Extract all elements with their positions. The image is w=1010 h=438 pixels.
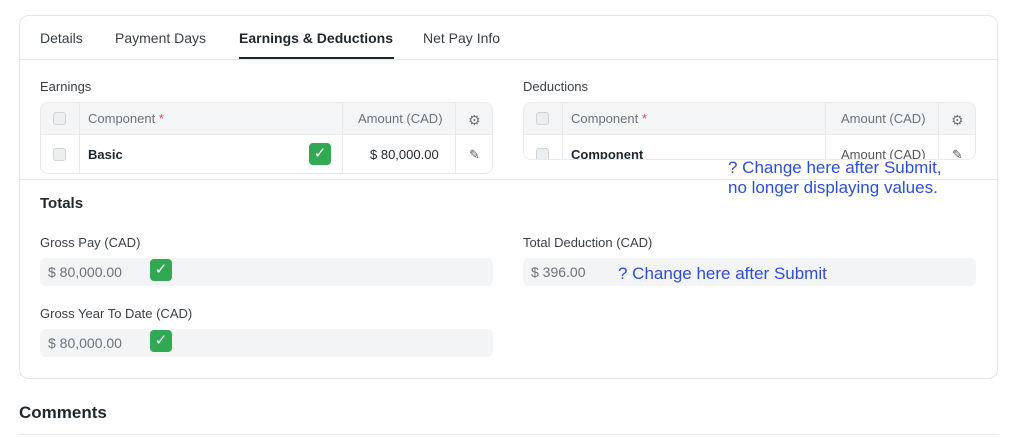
edit-row-pencil-icon[interactable]: ✎ — [469, 147, 480, 163]
component-cell[interactable]: Basic — [88, 147, 123, 162]
green-check-icon: ✓ — [309, 143, 331, 165]
deductions-settings-gear-icon[interactable]: ⚙ — [951, 112, 964, 129]
deductions-annotation-note: ? Change here after Submit, no longer di… — [728, 158, 942, 197]
table-row[interactable]: Component Amount (CAD) ✎ — [524, 135, 975, 159]
deductions-section-label: Deductions — [523, 79, 589, 94]
gross-ytd-label: Gross Year To Date (CAD) — [40, 306, 193, 321]
gross-ytd-field: $ 80,000.00 ✓ — [40, 329, 493, 357]
tab-bar: Details Payment Days Earnings & Deductio… — [20, 16, 997, 60]
earnings-settings-gear-icon[interactable]: ⚙ — [468, 112, 481, 129]
total-deduction-value: $ 396.00 — [531, 264, 586, 280]
total-deduction-label: Total Deduction (CAD) — [523, 235, 653, 250]
deductions-amount-header: Amount (CAD) — [841, 111, 926, 126]
tab-payment-days[interactable]: Payment Days — [115, 30, 206, 46]
tab-details[interactable]: Details — [40, 30, 83, 46]
earnings-table-header: Component * Amount (CAD) ⚙ — [41, 103, 492, 135]
earnings-select-all-checkbox[interactable] — [53, 112, 66, 125]
earnings-component-header: Component * — [88, 111, 164, 126]
row-checkbox[interactable] — [53, 148, 66, 161]
deductions-select-all-checkbox[interactable] — [536, 112, 549, 125]
amount-cell[interactable]: $ 80,000.00 — [370, 147, 439, 162]
earnings-amount-header: Amount (CAD) — [358, 111, 443, 126]
tab-earnings-deductions[interactable]: Earnings & Deductions — [239, 30, 393, 46]
salary-slip-card: Details Payment Days Earnings & Deductio… — [19, 15, 998, 379]
comment-box-edge[interactable] — [19, 434, 999, 438]
gross-pay-value: $ 80,000.00 — [48, 264, 122, 280]
deductions-table: Component * Amount (CAD) ⚙ Component Amo… — [523, 102, 976, 160]
comments-heading: Comments — [19, 403, 107, 422]
deductions-table-header: Component * Amount (CAD) ⚙ — [524, 103, 975, 135]
earnings-table: Component * Amount (CAD) ⚙ Basic ✓ $ 80,… — [40, 102, 493, 174]
deductions-component-header: Component * — [571, 111, 647, 126]
green-check-icon: ✓ — [150, 259, 172, 281]
tab-net-pay-info[interactable]: Net Pay Info — [423, 30, 500, 46]
table-row[interactable]: Basic ✓ $ 80,000.00 ✎ — [41, 135, 492, 173]
earnings-section-label: Earnings — [40, 79, 92, 94]
gross-ytd-value: $ 80,000.00 — [48, 335, 122, 351]
total-deduction-annotation-note: ? Change here after Submit — [618, 264, 827, 283]
component-cell[interactable]: Component — [571, 147, 643, 159]
gross-pay-label: Gross Pay (CAD) — [40, 235, 141, 250]
gross-pay-field: $ 80,000.00 ✓ — [40, 258, 493, 286]
row-checkbox[interactable] — [536, 148, 549, 159]
totals-title: Totals — [40, 195, 84, 212]
active-tab-indicator — [239, 57, 394, 59]
green-check-icon: ✓ — [150, 330, 172, 352]
edit-row-pencil-icon[interactable]: ✎ — [952, 147, 963, 159]
